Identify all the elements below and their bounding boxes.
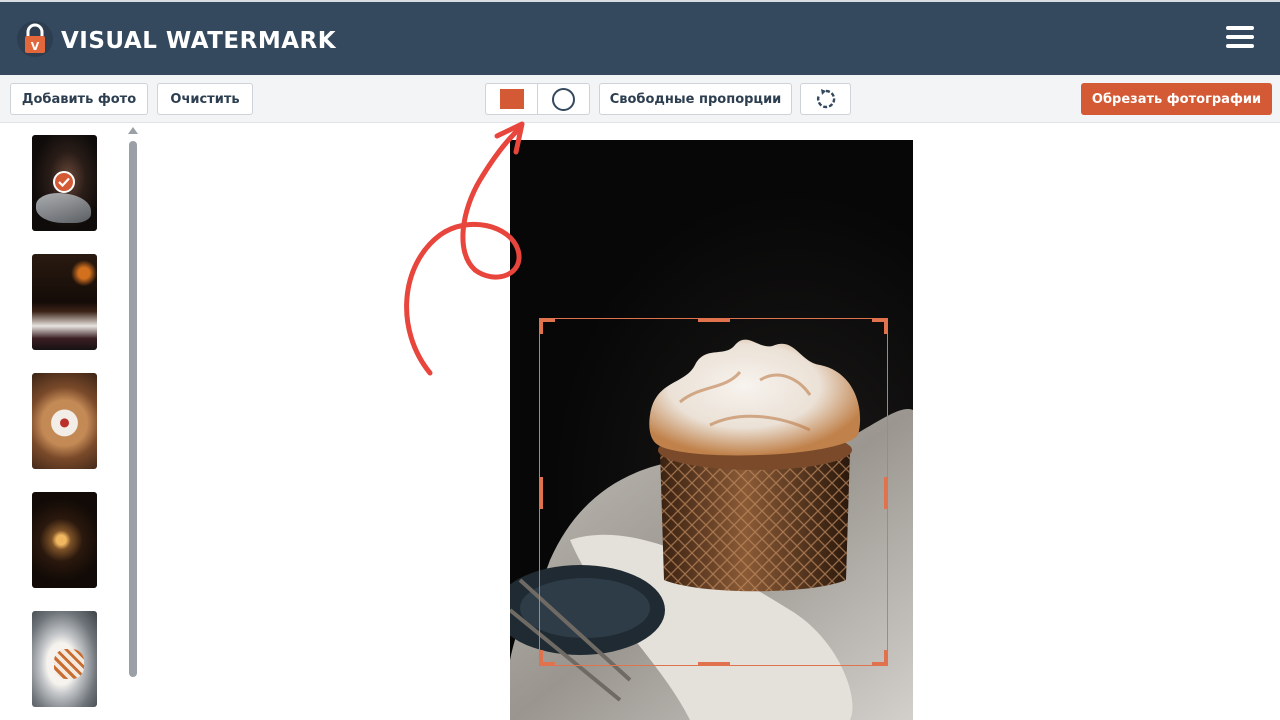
toolbar: Добавить фото Очистить Свободные пропорц… xyxy=(0,75,1280,123)
thumbnail-4[interactable] xyxy=(32,492,97,588)
scroll-up-arrow-icon[interactable] xyxy=(128,127,138,134)
shape-circle-button[interactable] xyxy=(538,84,589,114)
square-icon xyxy=(499,89,524,109)
app-header: V VISUAL WATERMARK xyxy=(0,0,1280,75)
crop-handle-right[interactable] xyxy=(884,477,888,509)
crop-handle-bottom-right-v[interactable] xyxy=(884,650,888,666)
crop-handle-left[interactable] xyxy=(539,477,543,509)
checkmark-icon xyxy=(53,171,75,193)
lock-logo-icon: V xyxy=(17,21,53,57)
crop-handle-top-left-v[interactable] xyxy=(539,318,543,334)
thumbnail-3[interactable] xyxy=(32,373,97,469)
rotate-button[interactable] xyxy=(800,83,851,115)
crop-frame[interactable] xyxy=(539,318,888,666)
rotate-icon xyxy=(816,89,835,109)
thumbnail-5[interactable] xyxy=(32,611,97,707)
circle-icon xyxy=(552,87,575,111)
crop-photos-button[interactable]: Обрезать фотографии xyxy=(1081,83,1272,115)
logo-letter: V xyxy=(31,40,40,53)
brand-name: VISUAL WATERMARK xyxy=(61,28,337,54)
aspect-ratio-button[interactable]: Свободные пропорции xyxy=(599,83,792,115)
crop-handle-bottom[interactable] xyxy=(698,662,730,666)
crop-handle-top-right-v[interactable] xyxy=(884,318,888,334)
crop-handle-bottom-left-v[interactable] xyxy=(539,650,543,666)
shape-rectangle-button[interactable] xyxy=(486,84,538,114)
thumbnail-2[interactable] xyxy=(32,254,97,350)
sidebar-scrollbar[interactable] xyxy=(129,141,137,677)
crop-handle-top[interactable] xyxy=(698,318,730,322)
add-photo-button[interactable]: Добавить фото xyxy=(10,83,148,115)
hamburger-icon[interactable] xyxy=(1226,26,1254,52)
crop-shape-selector xyxy=(485,83,590,115)
clear-button[interactable]: Очистить xyxy=(157,83,253,115)
